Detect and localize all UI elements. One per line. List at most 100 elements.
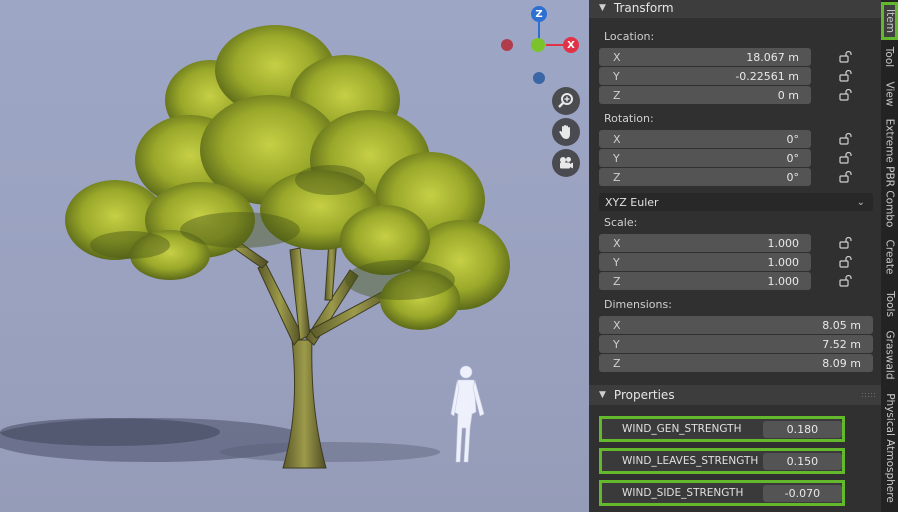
axis-label: Y: [613, 151, 620, 165]
field-value: 1.000: [767, 274, 800, 288]
tab-physical-atmosphere[interactable]: Physical Atmosphere: [881, 388, 898, 508]
location-x-field[interactable]: X 18.067 m: [599, 48, 811, 66]
field-value: 8.09 m: [822, 356, 861, 370]
human-figure: [450, 365, 485, 463]
property-value-field[interactable]: -0.070: [762, 484, 842, 502]
gizmo-y-axis[interactable]: [531, 38, 545, 52]
location-label: Location:: [604, 30, 655, 43]
dimensions-label: Dimensions:: [604, 298, 672, 311]
sidebar-tab-strip: Item Tool View Extreme PBR Combo Create …: [881, 0, 898, 512]
tab-label: View: [883, 81, 896, 107]
field-value: 1.000: [767, 236, 800, 250]
field-value: -0.22561 m: [735, 69, 799, 83]
gizmo-neg-z-axis[interactable]: [533, 72, 545, 84]
tab-label: Extreme PBR Combo: [883, 118, 896, 228]
gizmo-x-axis[interactable]: X: [563, 37, 579, 53]
collapse-arrow-icon: ▼: [599, 390, 606, 400]
rotation-label: Rotation:: [604, 112, 654, 125]
3d-viewport[interactable]: Z X: [0, 0, 589, 512]
field-value: 0°: [786, 132, 800, 146]
axis-label: Z: [613, 88, 621, 102]
lock-icon[interactable]: [839, 171, 853, 183]
property-name: WIND_SIDE_STRENGTH: [622, 487, 744, 499]
tab-label: Item: [883, 9, 896, 33]
transform-header-label: Transform: [613, 1, 674, 15]
dimensions-z-field[interactable]: Z 8.09 m: [599, 354, 873, 372]
drag-handle-icon[interactable]: [861, 392, 875, 398]
lock-icon[interactable]: [839, 89, 853, 101]
scale-label: Scale:: [604, 216, 638, 229]
tab-create[interactable]: Create: [881, 234, 898, 280]
scale-x-field[interactable]: X 1.000: [599, 234, 811, 252]
lock-icon[interactable]: [839, 51, 853, 63]
property-row-wind-leaves-strength: WIND_LEAVES_STRENGTH 0.150: [599, 448, 845, 474]
tree-scene: [0, 25, 510, 469]
location-z-field[interactable]: Z 0 m: [599, 86, 811, 104]
hand-pan-icon: [559, 125, 570, 139]
rotation-z-field[interactable]: Z 0°: [599, 168, 811, 186]
dimensions-y-field[interactable]: Y 7.52 m: [599, 335, 873, 353]
rotation-x-field[interactable]: X 0°: [599, 130, 811, 148]
lock-icon[interactable]: [839, 275, 853, 287]
field-value: 8.05 m: [822, 318, 861, 332]
tab-label: Graswald: [883, 330, 896, 380]
field-value: 0°: [786, 170, 800, 184]
property-name: WIND_LEAVES_STRENGTH: [622, 455, 759, 467]
chevron-down-icon: ⌄: [856, 196, 865, 208]
axis-label: Z: [613, 356, 621, 370]
tab-label: Create: [883, 239, 896, 275]
field-value: 1.000: [767, 255, 800, 269]
rotation-mode-value: XYZ Euler: [605, 195, 659, 209]
property-value-field[interactable]: 0.180: [762, 420, 842, 438]
camera-view-button[interactable]: [552, 149, 580, 177]
gizmo-neg-x-axis[interactable]: [501, 39, 513, 51]
location-y-field[interactable]: Y -0.22561 m: [599, 67, 811, 85]
properties-panel-header[interactable]: ▼ Properties: [589, 385, 881, 405]
axis-label: X: [613, 132, 621, 146]
gizmo-z-label: Z: [535, 8, 543, 20]
axis-label: Y: [613, 255, 620, 269]
scale-y-field[interactable]: Y 1.000: [599, 253, 811, 271]
axis-label: Y: [613, 337, 620, 351]
tab-label: Tools: [883, 291, 896, 317]
gizmo-z-axis[interactable]: Z: [531, 6, 547, 22]
tab-view[interactable]: View: [881, 75, 898, 113]
property-row-wind-gen-strength: WIND_GEN_STRENGTH 0.180: [599, 416, 845, 442]
axis-label: Y: [613, 69, 620, 83]
tab-tool[interactable]: Tool: [881, 42, 898, 72]
tree-shadow: [0, 418, 440, 462]
tab-label: Physical Atmosphere: [883, 393, 896, 503]
tab-tools[interactable]: Tools: [881, 284, 898, 324]
gizmo-x-label: X: [567, 39, 575, 51]
scale-z-field[interactable]: Z 1.000: [599, 272, 811, 290]
sidebar-panel: ▼ Transform Location: X 18.067 m Y -0.22…: [589, 0, 881, 512]
pan-button[interactable]: [552, 118, 580, 146]
lock-icon[interactable]: [839, 70, 853, 82]
property-row-wind-side-strength: WIND_SIDE_STRENGTH -0.070: [599, 480, 845, 506]
properties-header-label: Properties: [613, 388, 675, 402]
field-value: 7.52 m: [822, 337, 861, 351]
zoom-button[interactable]: [552, 87, 580, 115]
gizmo-x-line: [546, 44, 564, 46]
property-value-field[interactable]: 0.150: [762, 452, 842, 470]
field-value: 18.067 m: [746, 50, 799, 64]
transform-panel-header[interactable]: ▼ Transform: [589, 0, 881, 18]
lock-icon[interactable]: [839, 237, 853, 249]
lock-icon[interactable]: [839, 133, 853, 145]
tab-extreme-pbr-combo[interactable]: Extreme PBR Combo: [881, 117, 898, 229]
lock-icon[interactable]: [839, 152, 853, 164]
dimensions-x-field[interactable]: X 8.05 m: [599, 316, 873, 334]
rotation-mode-dropdown[interactable]: XYZ Euler ⌄: [599, 193, 873, 211]
tab-graswald[interactable]: Graswald: [881, 327, 898, 383]
collapse-arrow-icon: ▼: [599, 3, 606, 13]
field-value: 0 m: [777, 88, 799, 102]
axis-label: Z: [613, 274, 621, 288]
zoom-icon: [558, 93, 573, 108]
axis-label: X: [613, 50, 621, 64]
property-name: WIND_GEN_STRENGTH: [622, 423, 742, 435]
tab-item[interactable]: Item: [881, 2, 898, 40]
lock-icon[interactable]: [839, 256, 853, 268]
rotation-y-field[interactable]: Y 0°: [599, 149, 811, 167]
axis-label: X: [613, 318, 621, 332]
camera-icon: [560, 157, 573, 169]
